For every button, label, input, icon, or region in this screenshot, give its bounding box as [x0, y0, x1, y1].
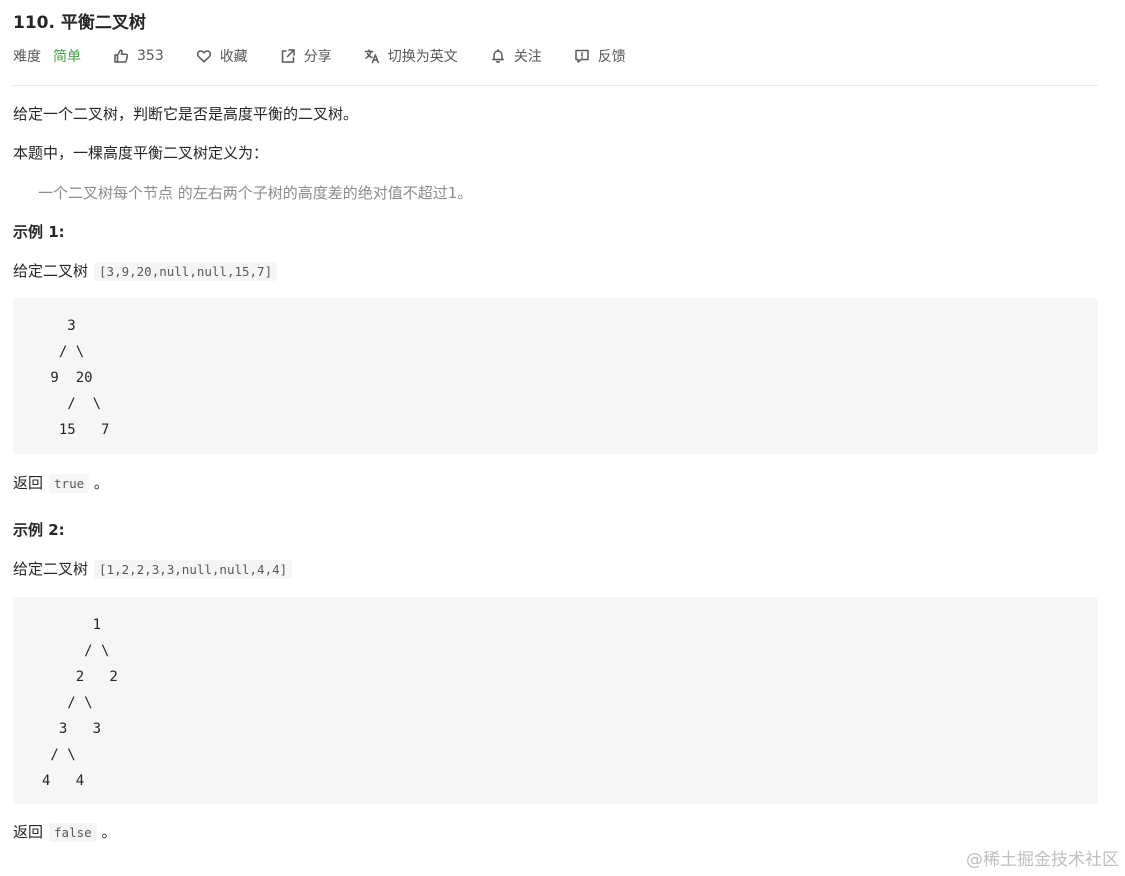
example-2-tree: 1 / \ 2 2 / \ 3 3 / \ 4 4: [42, 617, 118, 789]
problem-meta-bar: 难度 简单 353 收藏 分享 切换为英文 关注 反馈: [13, 44, 658, 68]
heart-icon: [196, 50, 211, 63]
feedback-icon: [574, 49, 589, 63]
example-2-title: 示例 2:: [13, 521, 65, 539]
follow-label: 关注: [513, 49, 542, 65]
example-1-tree-block: 3 / \ 9 20 / \ 15 7: [13, 298, 1098, 454]
bell-icon: [491, 49, 504, 63]
example-1-return-value: true: [49, 474, 90, 493]
definition-quote: 一个二叉树每个节点 的左右两个子树的高度差的绝对值不超过1。: [38, 184, 473, 202]
translate-icon: [364, 49, 379, 64]
example-2-return-value: false: [49, 823, 97, 842]
like-button[interactable]: 353: [113, 48, 164, 64]
example-2-given-label: 给定二叉树: [13, 560, 89, 578]
problem-intro: 给定一个二叉树，判断它是否是高度平衡的二叉树。: [13, 105, 359, 123]
feedback-button[interactable]: 反馈: [574, 46, 626, 66]
example-1-return-end: 。: [93, 474, 109, 492]
follow-button[interactable]: 关注: [490, 46, 542, 66]
share-icon: [281, 49, 295, 63]
favorite-label: 收藏: [219, 49, 248, 65]
example-1-input: [3,9,20,null,null,15,7]: [94, 262, 278, 281]
example-1-given: 给定二叉树 [3,9,20,null,null,15,7]: [13, 260, 278, 283]
share-button[interactable]: 分享: [280, 46, 332, 66]
problem-page: 110. 平衡二叉树 难度 简单 353 收藏 分享 切换为英文 关注 反馈 给…: [0, 0, 1125, 876]
example-2-return-end: 。: [101, 823, 117, 841]
example-2-return: 返回 false 。: [13, 821, 116, 844]
feedback-label: 反馈: [597, 49, 626, 65]
like-count: 353: [137, 48, 164, 64]
definition-label: 本题中，一棵高度平衡二叉树定义为：: [13, 144, 269, 162]
switch-language-label: 切换为英文: [387, 49, 458, 65]
header-divider: [13, 85, 1098, 86]
share-label: 分享: [303, 49, 332, 65]
difficulty-value: 简单: [53, 49, 81, 65]
thumbs-up-icon: [114, 49, 129, 63]
example-2-given: 给定二叉树 [1,2,2,3,3,null,null,4,4]: [13, 558, 293, 581]
example-1-tree: 3 / \ 9 20 / \ 15 7: [50, 318, 110, 438]
example-1-title: 示例 1:: [13, 223, 65, 241]
example-1-return-label: 返回: [13, 474, 44, 492]
difficulty-label: 难度: [13, 49, 41, 65]
example-2-input: [1,2,2,3,3,null,null,4,4]: [94, 560, 293, 579]
switch-language-button[interactable]: 切换为英文: [364, 46, 458, 66]
problem-title: 110. 平衡二叉树: [13, 13, 146, 33]
example-2-tree-block: 1 / \ 2 2 / \ 3 3 / \ 4 4: [13, 597, 1098, 804]
watermark: @稀土掘金技术社区: [966, 850, 1119, 870]
example-1-given-label: 给定二叉树: [13, 262, 89, 280]
example-2-return-label: 返回: [13, 823, 44, 841]
example-1-return: 返回 true 。: [13, 472, 109, 495]
favorite-button[interactable]: 收藏: [196, 46, 248, 66]
